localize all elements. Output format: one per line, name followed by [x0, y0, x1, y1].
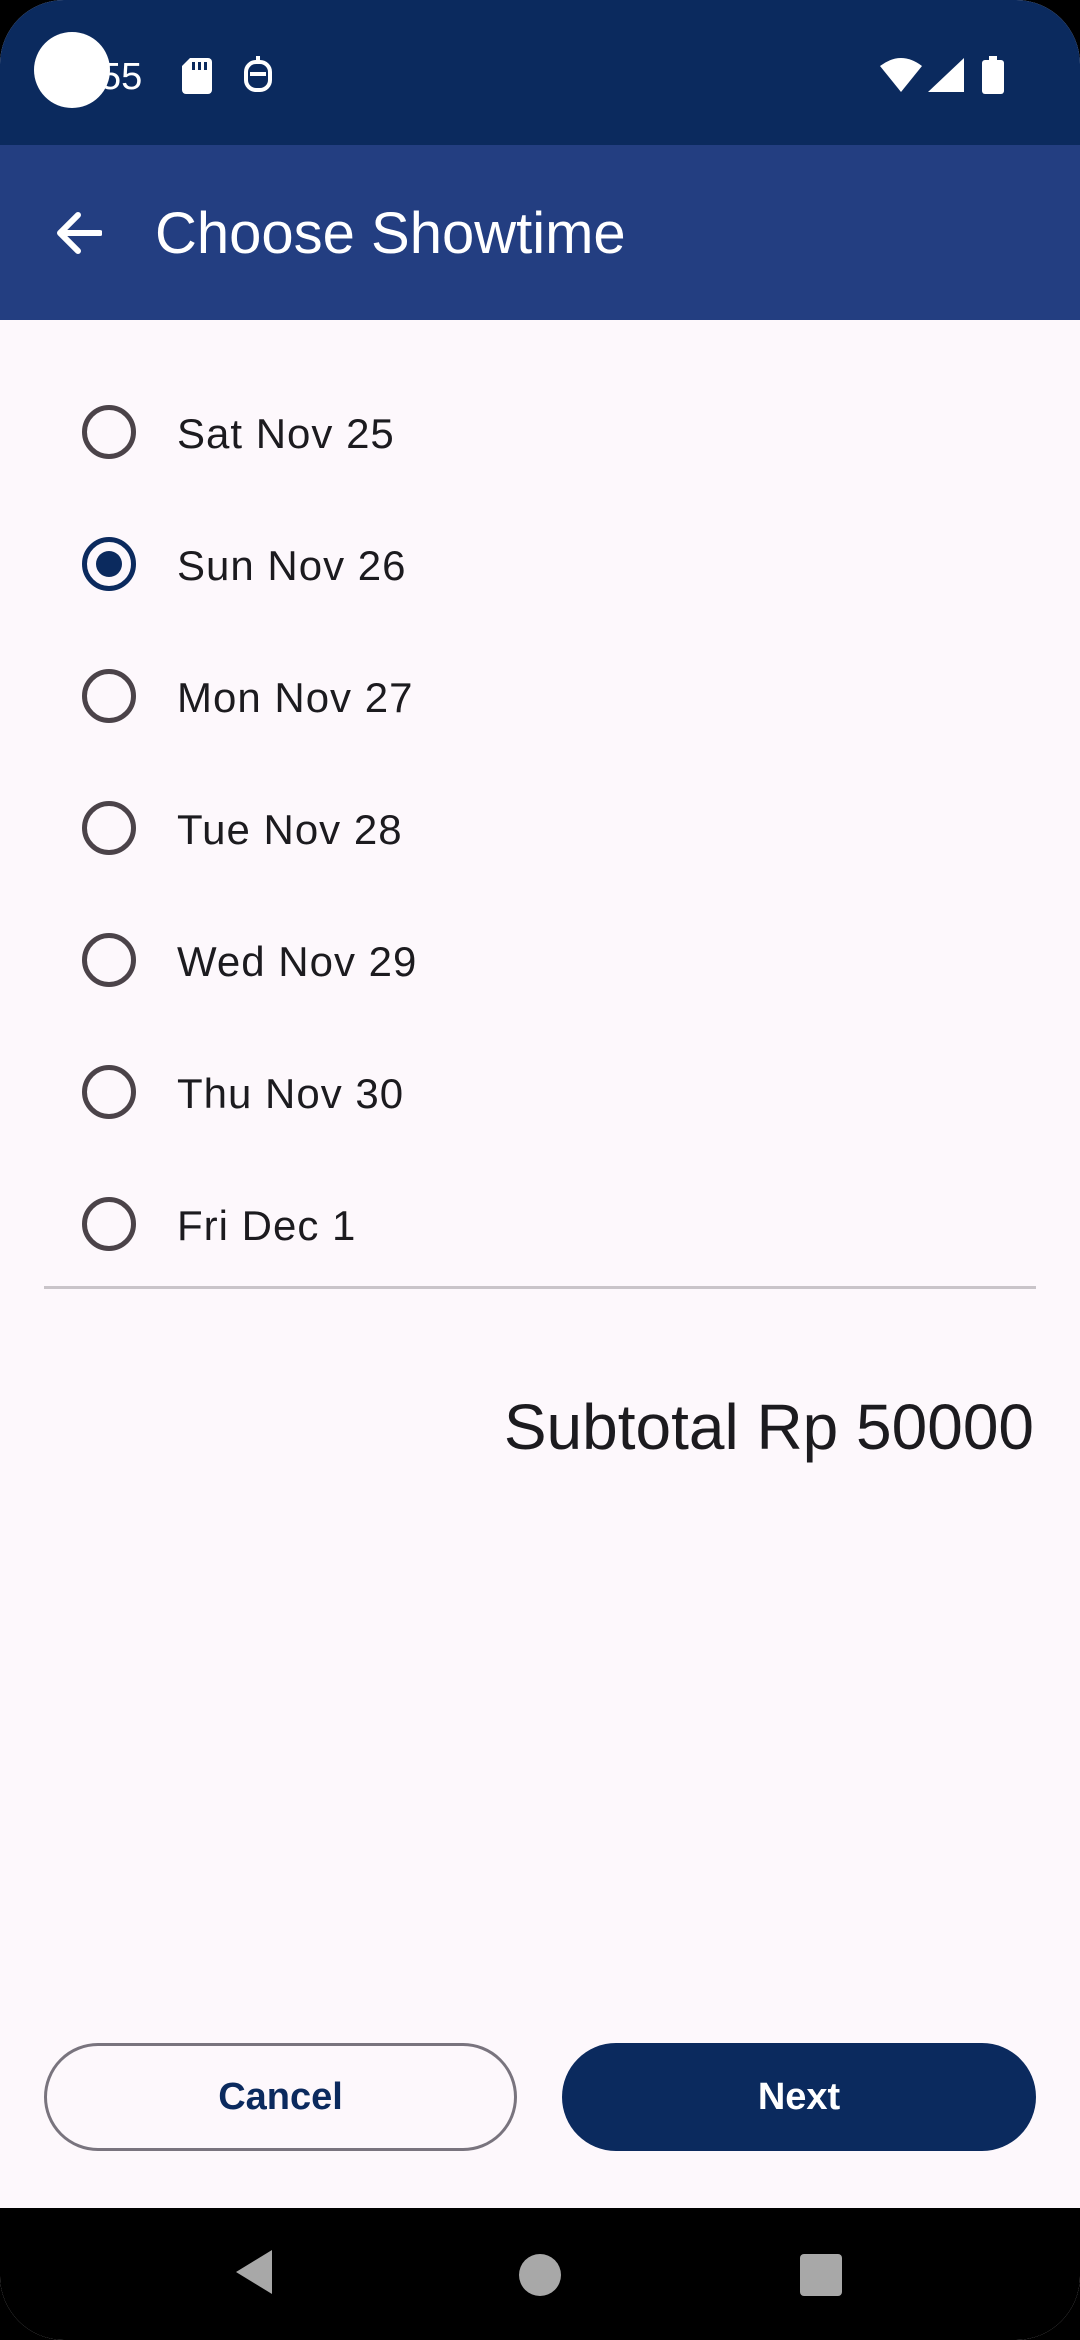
notification-icon: [244, 56, 272, 92]
radio-button[interactable]: [82, 537, 136, 591]
back-triangle-icon[interactable]: [234, 2248, 274, 2296]
divider: [44, 1286, 1036, 1289]
date-option[interactable]: Fri Dec 1: [0, 1158, 1080, 1290]
date-option[interactable]: Tue Nov 28: [0, 762, 1080, 894]
sd-card-icon: [182, 58, 212, 94]
date-radio-group: Sat Nov 25 Sun Nov 26 Mon Nov 27 Tue Nov…: [0, 366, 1080, 1290]
status-bar: 55: [0, 0, 1080, 145]
date-option[interactable]: Sun Nov 26: [0, 498, 1080, 630]
screen: 55 Choose Showtime Sat Nov 25 Sun Nov 26…: [0, 0, 1080, 2340]
cancel-button[interactable]: Cancel: [44, 2043, 517, 2151]
radio-button[interactable]: [82, 1197, 136, 1251]
subtotal-text: Subtotal Rp 50000: [503, 1391, 1034, 1463]
date-label: Mon Nov 27: [177, 674, 414, 721]
date-label: Wed Nov 29: [177, 938, 418, 985]
arrow-left-icon: [57, 212, 102, 254]
radio-button[interactable]: [82, 669, 136, 723]
date-option[interactable]: Wed Nov 29: [0, 894, 1080, 1026]
recents-square-icon[interactable]: [800, 2254, 842, 2296]
date-option[interactable]: Sat Nov 25: [0, 366, 1080, 498]
camera-cutout: [34, 32, 110, 108]
wifi-icon: [880, 58, 922, 92]
back-button[interactable]: [40, 195, 116, 271]
radio-button[interactable]: [82, 1065, 136, 1119]
radio-button[interactable]: [82, 405, 136, 459]
next-button[interactable]: Next: [562, 2043, 1036, 2151]
date-label: Tue Nov 28: [177, 806, 403, 853]
date-label: Sat Nov 25: [177, 410, 395, 457]
date-label: Fri Dec 1: [177, 1202, 357, 1249]
app-bar: Choose Showtime: [0, 145, 1080, 320]
radio-button[interactable]: [82, 933, 136, 987]
battery-icon: [982, 56, 1004, 94]
date-option[interactable]: Thu Nov 30: [0, 1026, 1080, 1158]
signal-icon: [928, 58, 964, 92]
date-option[interactable]: Mon Nov 27: [0, 630, 1080, 762]
radio-button[interactable]: [82, 801, 136, 855]
date-label: Sun Nov 26: [177, 542, 407, 589]
date-label: Thu Nov 30: [177, 1070, 405, 1117]
home-circle-icon[interactable]: [519, 2254, 561, 2296]
page-title: Choose Showtime: [155, 201, 626, 266]
navigation-bar: [0, 2208, 1080, 2340]
